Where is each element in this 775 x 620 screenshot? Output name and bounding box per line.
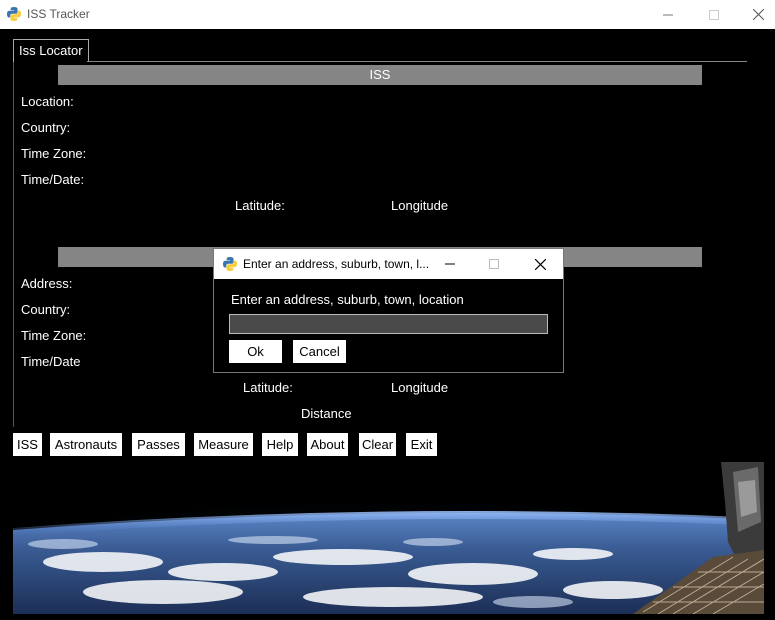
address-country-label: Country: xyxy=(21,302,71,317)
iss-timezone-label: Time Zone: xyxy=(21,146,87,161)
iss-button[interactable]: ISS xyxy=(13,433,42,456)
address-timedate-label: Time/Date xyxy=(21,354,81,369)
dialog-titlebar: Enter an address, suburb, town, l... xyxy=(214,249,563,279)
dialog-prompt: Enter an address, suburb, town, location xyxy=(231,292,464,307)
close-icon xyxy=(534,258,546,270)
tab-divider xyxy=(87,61,747,62)
cancel-button[interactable]: Cancel xyxy=(293,340,346,363)
dialog-minimize-button[interactable] xyxy=(428,249,472,279)
python-icon xyxy=(223,257,237,271)
minimize-button[interactable] xyxy=(645,0,691,29)
address-latitude-label: Latitude: xyxy=(243,380,293,395)
panel-border xyxy=(13,62,14,427)
dialog-title: Enter an address, suburb, town, l... xyxy=(243,257,430,271)
address-longitude-label: Longitude xyxy=(391,380,449,395)
address-input[interactable] xyxy=(229,314,548,334)
about-button[interactable]: About xyxy=(307,433,348,456)
window-titlebar: ISS Tracker xyxy=(0,0,775,29)
help-button[interactable]: Help xyxy=(262,433,298,456)
close-icon xyxy=(752,9,764,20)
iss-header: ISS xyxy=(58,65,702,85)
address-label: Address: xyxy=(21,276,73,291)
address-timezone-label: Time Zone: xyxy=(21,328,87,343)
iss-country-label: Country: xyxy=(21,120,71,135)
iss-longitude-label: Longitude xyxy=(391,198,449,213)
iss-latitude-label: Latitude: xyxy=(235,198,285,213)
ok-button[interactable]: Ok xyxy=(229,340,282,363)
maximize-icon xyxy=(709,9,719,20)
maximize-icon xyxy=(489,259,499,269)
tab-iss-locator[interactable]: Iss Locator xyxy=(13,39,89,62)
dialog-maximize-button[interactable] xyxy=(472,249,516,279)
location-label: Location: xyxy=(21,94,74,109)
passes-button[interactable]: Passes xyxy=(132,433,185,456)
close-button[interactable] xyxy=(735,0,775,29)
iss-timedate-label: Time/Date: xyxy=(21,172,85,187)
measure-button[interactable]: Measure xyxy=(194,433,253,456)
minimize-icon xyxy=(445,263,455,265)
earth-from-iss-image xyxy=(13,462,764,614)
astronauts-button[interactable]: Astronauts xyxy=(50,433,122,456)
address-dialog: Enter an address, suburb, town, l... Ent… xyxy=(213,248,564,373)
window-title: ISS Tracker xyxy=(27,7,90,21)
python-icon xyxy=(7,7,21,21)
dialog-close-button[interactable] xyxy=(518,249,562,279)
clear-button[interactable]: Clear xyxy=(359,433,396,456)
minimize-icon xyxy=(663,14,673,15)
distance-label: Distance xyxy=(301,406,352,421)
maximize-button[interactable] xyxy=(691,0,737,29)
main-area: Iss Locator ISS Location: Country: Time … xyxy=(0,29,775,620)
exit-button[interactable]: Exit xyxy=(406,433,437,456)
